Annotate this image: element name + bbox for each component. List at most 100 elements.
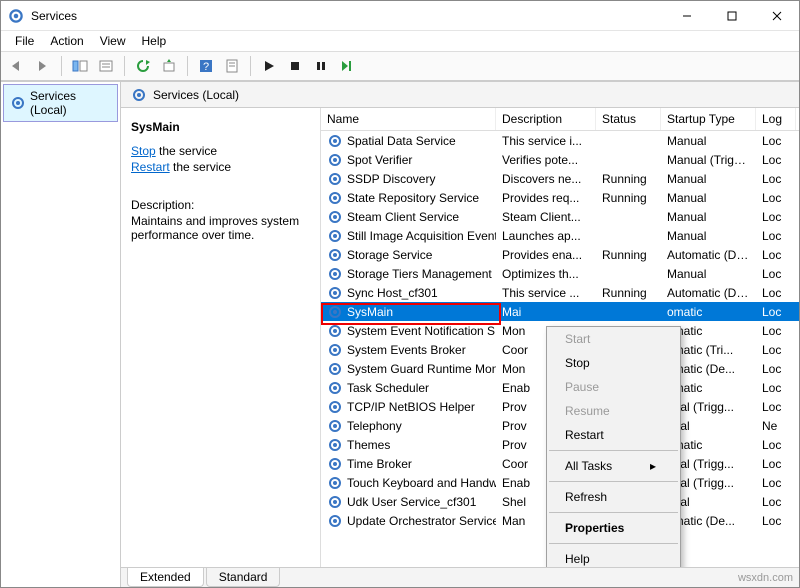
service-name: Still Image Acquisition Events [347,229,496,243]
service-name: Update Orchestrator Service [347,514,496,528]
ctx-resume: Resume [547,399,680,423]
gear-icon [327,152,343,168]
service-name: SSDP Discovery [347,172,435,186]
gear-icon [327,209,343,225]
content-header: Services (Local) [121,82,799,108]
gear-icon [10,95,26,111]
service-name: Storage Service [347,248,432,262]
gear-icon [327,323,343,339]
ctx-all-tasks-label: All Tasks [565,459,612,473]
service-name: Touch Keyboard and Handw... [347,476,496,490]
service-name: Sync Host_cf301 [347,286,438,300]
service-status [596,232,661,240]
export-button[interactable] [157,54,181,78]
service-name: Themes [347,438,390,452]
service-logon: Loc [756,510,796,532]
stop-service-button[interactable] [283,54,307,78]
column-status[interactable]: Status [596,108,661,130]
service-name: System Guard Runtime Mon... [347,362,496,376]
gear-icon [327,285,343,301]
column-description[interactable]: Description [496,108,596,130]
service-name: Spatial Data Service [347,134,456,148]
ctx-restart[interactable]: Restart [547,423,680,447]
watermark: wsxdn.com [738,572,793,584]
close-button[interactable] [754,1,799,30]
gear-icon [327,133,343,149]
service-name: Telephony [347,419,402,433]
gear-icon [327,361,343,377]
gear-icon [327,342,343,358]
title-bar: Services [1,1,799,31]
ctx-properties[interactable]: Properties [547,516,680,540]
view-tabs: Extended Standard [121,567,799,587]
service-name: SysMain [347,305,393,319]
menu-view[interactable]: View [92,32,134,50]
back-button[interactable] [5,54,29,78]
gear-icon [327,228,343,244]
export-list-button[interactable] [94,54,118,78]
column-logon[interactable]: Log [756,108,796,130]
help-button[interactable]: ? [194,54,218,78]
ctx-stop[interactable]: Stop [547,351,680,375]
gear-icon [327,190,343,206]
column-startup-type[interactable]: Startup Type [661,108,756,130]
service-name: Spot Verifier [347,153,412,167]
service-list[interactable]: Name Description Status Startup Type Log… [321,108,799,567]
service-name: Task Scheduler [347,381,429,395]
properties-button[interactable] [220,54,244,78]
column-name[interactable]: Name [321,108,496,130]
gear-icon [327,513,343,529]
list-header: Name Description Status Startup Type Log [321,108,799,131]
nav-item-label: Services (Local) [30,89,111,117]
chevron-right-icon: ▸ [650,459,656,473]
description-label: Description: [131,198,310,212]
restart-service-button[interactable] [335,54,359,78]
ctx-help[interactable]: Help [547,547,680,567]
service-name: Udk User Service_cf301 [347,495,476,509]
gear-icon [327,171,343,187]
ctx-start: Start [547,327,680,351]
service-name: Time Broker [347,457,412,471]
menu-bar: File Action View Help [1,31,799,51]
context-menu: Start Stop Pause Resume Restart All Task… [546,326,681,567]
tab-standard[interactable]: Standard [206,568,281,587]
gear-icon [327,380,343,396]
menu-file[interactable]: File [7,32,42,50]
restart-service-link[interactable]: Restart [131,160,170,174]
content-pane: Services (Local) SysMain Stop the servic… [121,81,799,587]
window-title: Services [31,9,664,23]
ctx-all-tasks[interactable]: All Tasks ▸ [547,454,680,478]
maximize-button[interactable] [709,1,754,30]
service-status: Running [596,282,661,304]
minimize-button[interactable] [664,1,709,30]
show-hide-tree-button[interactable] [68,54,92,78]
forward-button[interactable] [31,54,55,78]
service-name: System Event Notification S... [347,324,496,338]
gear-icon [327,475,343,491]
svg-text:?: ? [203,61,209,73]
gear-icon [327,456,343,472]
nav-item-services-local[interactable]: Services (Local) [3,84,118,122]
gear-icon [327,247,343,263]
menu-help[interactable]: Help [134,32,175,50]
service-name: System Events Broker [347,343,466,357]
service-status: Running [596,187,661,209]
tab-extended[interactable]: Extended [127,568,204,587]
pause-service-button[interactable] [309,54,333,78]
service-status [596,270,661,278]
gear-icon [327,304,343,320]
stop-service-link[interactable]: Stop [131,144,156,158]
gear-icon [327,437,343,453]
menu-action[interactable]: Action [42,32,91,50]
service-status: Running [596,244,661,266]
gear-icon [327,418,343,434]
start-service-button[interactable] [257,54,281,78]
gear-icon [131,87,147,103]
refresh-button[interactable] [131,54,155,78]
ctx-pause: Pause [547,375,680,399]
toolbar: ? [1,51,799,81]
restart-suffix: the service [170,160,231,174]
gear-icon [327,266,343,282]
ctx-refresh[interactable]: Refresh [547,485,680,509]
gear-icon [327,399,343,415]
